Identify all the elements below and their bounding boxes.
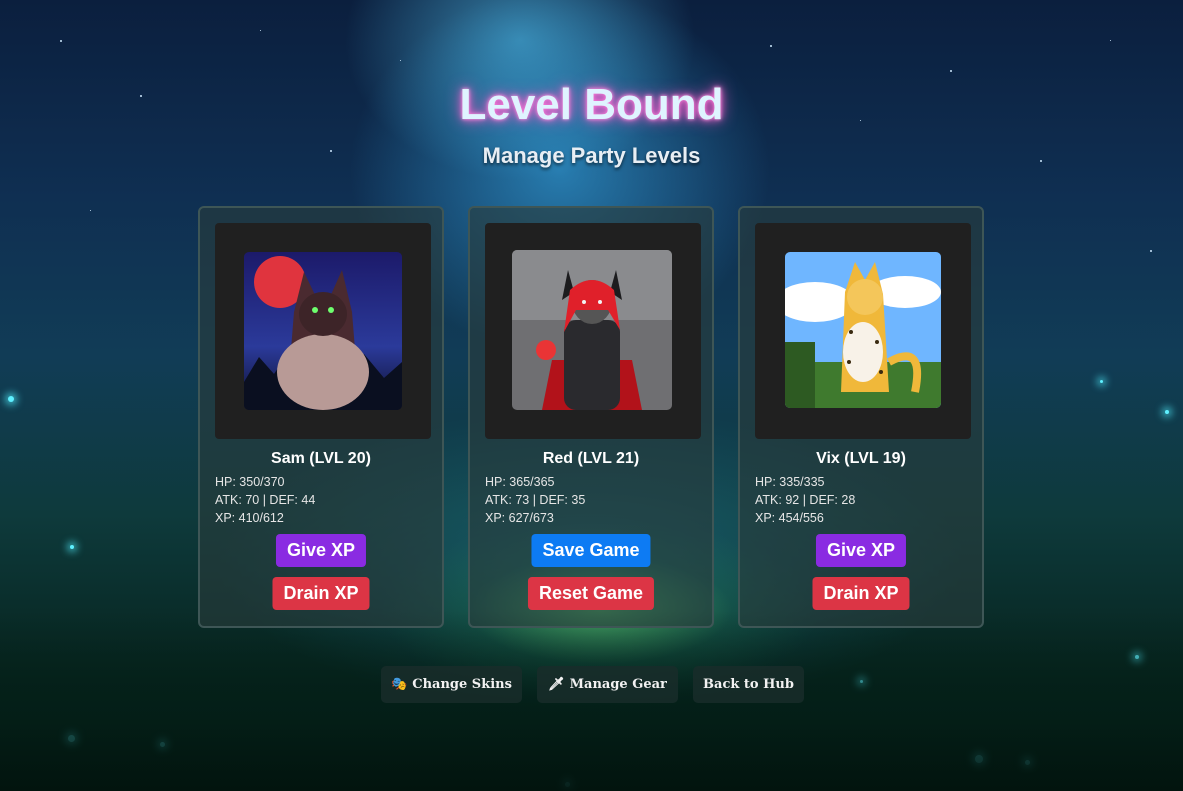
character-name: Vix (LVL 19) (816, 450, 906, 467)
xp-stat: XP: 454/556 (755, 511, 824, 525)
red-portrait-image (512, 250, 672, 410)
atk-def-stat: ATK: 92 | DEF: 28 (755, 493, 856, 507)
character-name: Sam (LVL 20) (271, 450, 371, 467)
sam-portrait-image (244, 252, 402, 410)
manage-gear-label: Manage Gear (569, 677, 667, 692)
xp-stat: XP: 627/673 (485, 511, 554, 525)
party-card-vix: Vix (LVL 19) HP: 335/335 ATK: 92 | DEF: … (738, 206, 984, 628)
hp-stat: HP: 350/370 (215, 475, 285, 489)
manage-gear-button[interactable]: 🗡 Manage Gear (537, 666, 678, 703)
change-skins-label: Change Skins (412, 677, 512, 692)
atk-def-stat: ATK: 73 | DEF: 35 (485, 493, 586, 507)
portrait-frame (755, 223, 971, 439)
drain-xp-button[interactable]: Drain XP (812, 577, 910, 610)
save-game-button[interactable]: Save Game (531, 534, 651, 567)
xp-stat: XP: 410/612 (215, 511, 284, 525)
hp-stat: HP: 335/335 (755, 475, 825, 489)
page-subtitle: Manage Party Levels (482, 143, 701, 168)
back-to-hub-label: Back to Hub (703, 677, 794, 692)
character-name: Red (LVL 21) (542, 450, 640, 467)
sword-icon: 🗡 (548, 677, 565, 692)
portrait-frame (215, 223, 431, 439)
theater-masks-icon: 🎭 (391, 677, 408, 692)
party-card-red: Red (LVL 21) HP: 365/365 ATK: 73 | DEF: … (468, 206, 714, 628)
game-title: Level Bound (459, 80, 724, 129)
give-xp-button[interactable]: Give XP (275, 534, 367, 567)
vix-portrait-image (785, 252, 941, 408)
drain-xp-button[interactable]: Drain XP (272, 577, 370, 610)
hp-stat: HP: 365/365 (485, 475, 555, 489)
give-xp-button[interactable]: Give XP (815, 534, 907, 567)
change-skins-button[interactable]: 🎭 Change Skins (381, 666, 522, 703)
back-to-hub-button[interactable]: Back to Hub (693, 666, 804, 703)
portrait-frame (485, 223, 701, 439)
reset-game-button[interactable]: Reset Game (527, 577, 655, 610)
atk-def-stat: ATK: 70 | DEF: 44 (215, 493, 316, 507)
party-card-sam: Sam (LVL 20) HP: 350/370 ATK: 70 | DEF: … (198, 206, 444, 628)
